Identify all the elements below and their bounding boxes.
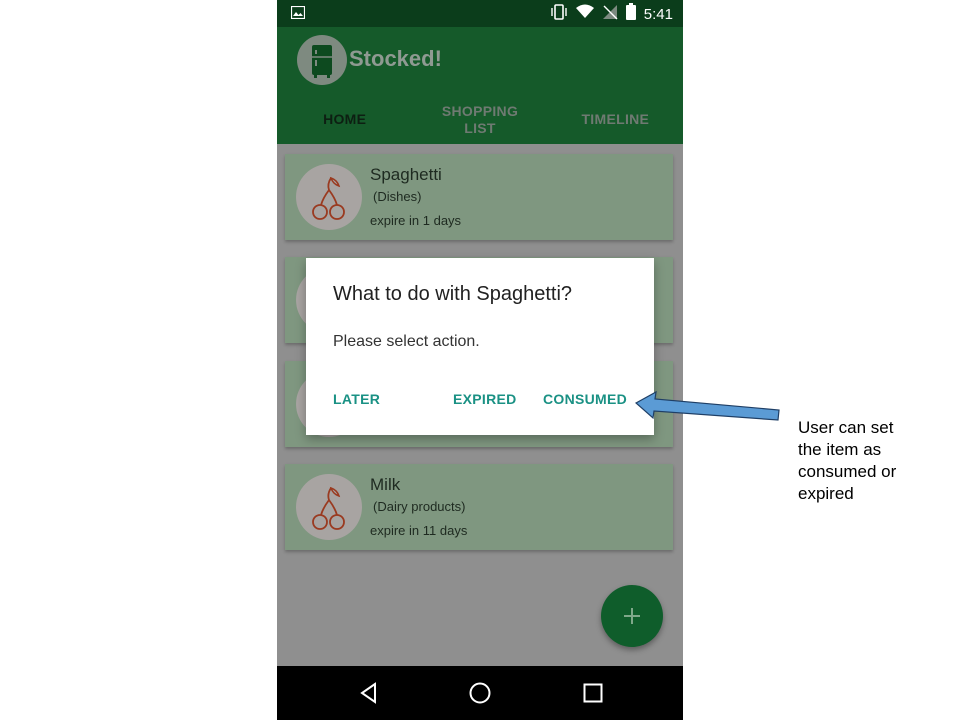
fridge-icon — [312, 45, 332, 78]
later-button[interactable]: LATER — [333, 391, 380, 407]
dialog-message: Please select action. — [333, 333, 480, 350]
tab-label: HOME — [323, 111, 367, 127]
annotation-text: User can set the item as consumed or exp… — [798, 418, 897, 503]
item-category: (Dishes) — [373, 189, 422, 204]
item-expiry: expire in 1 days — [370, 213, 462, 228]
list-item[interactable]: Spaghetti (Dishes) expire in 1 days — [285, 154, 673, 240]
battery-icon — [625, 3, 636, 25]
app-logo — [297, 35, 347, 85]
tab-timeline[interactable]: TIMELINE — [548, 95, 683, 144]
back-icon[interactable] — [357, 681, 381, 705]
tab-shopping-list[interactable]: SHOPPING LIST — [412, 95, 547, 144]
vibrate-icon — [550, 3, 568, 25]
clock: 5:41 — [643, 5, 673, 23]
tab-bar: HOME SHOPPING LIST TIMELINE — [277, 95, 683, 144]
app-title: Stocked! — [349, 46, 442, 71]
plus-icon — [624, 608, 640, 624]
item-expiry: expire in 11 days — [370, 523, 468, 538]
list-item[interactable]: Milk (Dairy products) expire in 11 days — [285, 464, 673, 550]
item-name: Milk — [370, 475, 401, 494]
consumed-button[interactable]: CONSUMED — [543, 391, 627, 407]
item-category: (Dairy products) — [373, 499, 466, 514]
item-avatar — [296, 474, 362, 540]
tab-home[interactable]: HOME — [277, 95, 412, 144]
cherry-icon — [312, 176, 345, 220]
recents-icon[interactable] — [581, 681, 605, 705]
expired-button[interactable]: EXPIRED — [453, 391, 517, 407]
app-bar: Stocked! HOME SHOPPING LIST TIMELINE — [277, 27, 683, 144]
action-dialog: What to do with Spaghetti? Please select… — [306, 258, 654, 435]
wifi-icon — [575, 4, 594, 24]
cherry-icon — [312, 486, 345, 530]
add-item-button[interactable] — [601, 585, 663, 647]
home-icon[interactable] — [468, 681, 492, 705]
dialog-title: What to do with Spaghetti? — [333, 283, 573, 305]
item-name: Spaghetti — [370, 165, 442, 184]
status-bar: 5:41 — [277, 0, 683, 27]
navigation-bar — [277, 666, 683, 720]
annotation-arrow — [634, 390, 780, 421]
item-avatar — [296, 164, 362, 230]
tab-label: SHOPPING LIST — [441, 102, 519, 136]
tab-label: TIMELINE — [581, 111, 650, 127]
no-signal-icon — [602, 4, 618, 25]
image-icon — [290, 5, 306, 20]
